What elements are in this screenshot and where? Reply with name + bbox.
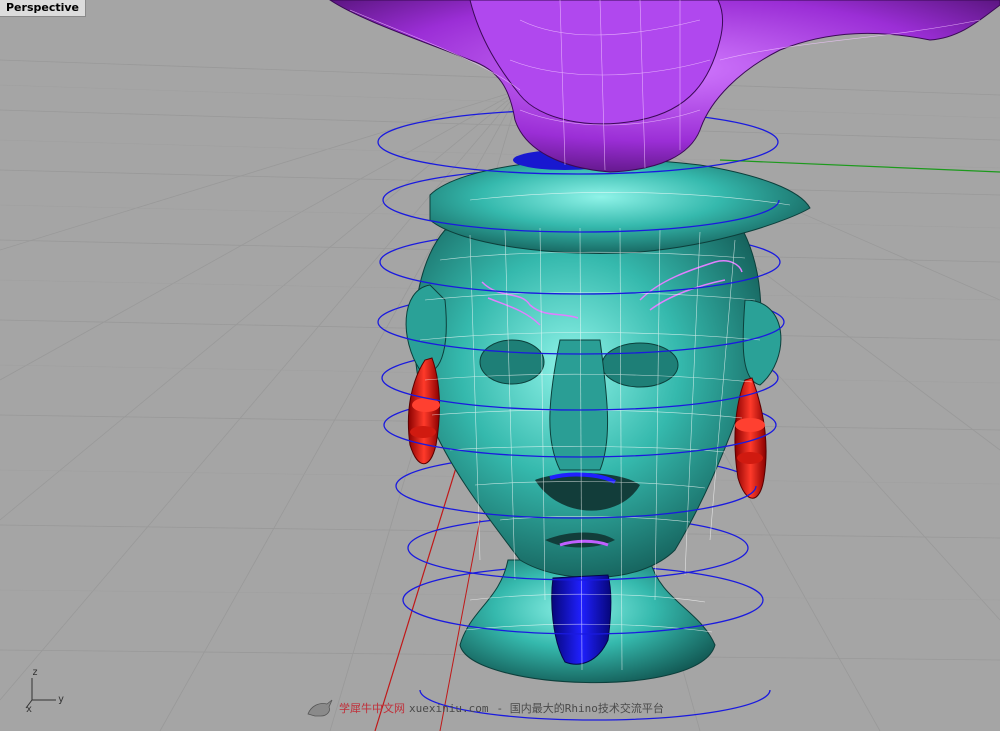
world-x-axis xyxy=(719,159,1000,173)
watermark-brand: 学犀牛中文网 xyxy=(339,702,405,715)
ear-ornament-left xyxy=(407,357,440,465)
perspective-viewport[interactable]: Perspective z x y 学犀牛中文网 xuexiniu.com - … xyxy=(0,0,1000,731)
watermark-tagline: - 国内最大的Rhino技术交流平台 xyxy=(496,702,664,715)
viewport-title[interactable]: Perspective xyxy=(0,0,87,17)
watermark-site: xuexiniu.com xyxy=(409,701,489,715)
top-sculpture xyxy=(329,0,1000,173)
ear-ornament-right xyxy=(734,377,767,499)
watermark: 学犀牛中文网 xuexiniu.com - 国内最大的Rhino技术交流平台 xyxy=(305,696,664,720)
axis-label-z: z xyxy=(32,667,39,678)
axis-label-y: y xyxy=(58,694,65,705)
left-ear xyxy=(405,284,447,373)
model-scene[interactable] xyxy=(0,0,1000,731)
axis-label-x: x xyxy=(26,704,33,715)
rhino-logo-icon xyxy=(307,699,333,717)
